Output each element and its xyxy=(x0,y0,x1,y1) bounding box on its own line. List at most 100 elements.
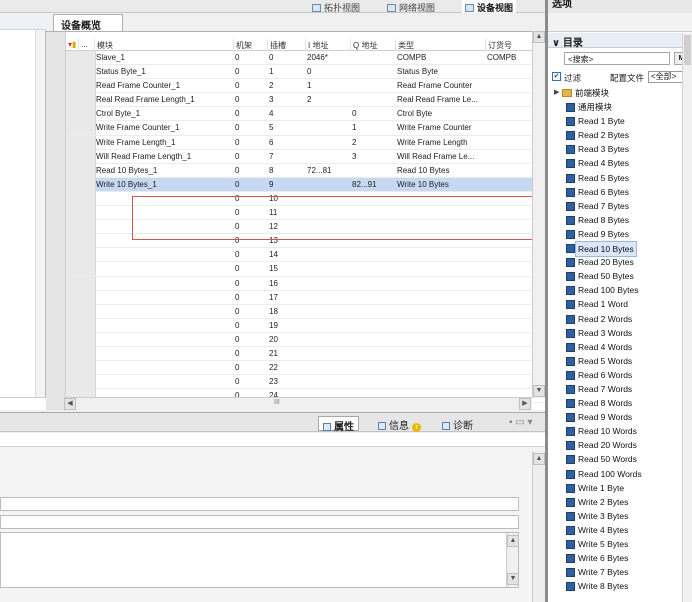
table-row[interactable]: Read 10 Bytes_1 0 8 72...81 Read 10 Bytes xyxy=(66,163,545,178)
cell-module[interactable] xyxy=(94,333,234,347)
header-col-dots[interactable]: ... xyxy=(78,39,92,51)
table-row[interactable]: Will Read Frame Length_1 0 7 3 Will Read Fra… xyxy=(66,149,545,164)
header-col-module[interactable]: 模块 xyxy=(94,39,234,51)
cell-slot[interactable]: 1 xyxy=(267,65,305,79)
catalog-item[interactable]: Read 10 Words xyxy=(548,424,682,438)
cell-rack[interactable]: 0 xyxy=(233,178,267,192)
cell-q[interactable]: 1 xyxy=(350,121,395,135)
cell-rack[interactable]: 0 xyxy=(233,93,267,107)
cell-i[interactable] xyxy=(305,305,350,319)
table-row[interactable]: Write 10 Bytes_1 0 9 82...91 Write 10 Bytes xyxy=(66,177,545,192)
cell-rack[interactable]: 0 xyxy=(233,277,267,291)
cell-order[interactable] xyxy=(485,164,533,178)
cell-i[interactable]: 1 xyxy=(305,79,350,93)
catalog-item[interactable]: Read 5 Words xyxy=(548,354,682,368)
catalog-item[interactable]: 通用模块 xyxy=(548,100,682,114)
catalog-item[interactable]: Read 100 Words xyxy=(548,467,682,481)
left-pane-scrollbar[interactable] xyxy=(35,30,45,410)
cell-order[interactable] xyxy=(485,79,533,93)
catalog-section-header[interactable]: ∨ 目录 xyxy=(548,33,692,49)
scroll-down-icon[interactable]: ▼ xyxy=(533,385,545,397)
cell-i[interactable] xyxy=(305,248,350,262)
cell-slot[interactable]: 4 xyxy=(267,107,305,121)
cell-order[interactable] xyxy=(485,248,533,262)
cell-type[interactable]: Write Frame Length xyxy=(395,136,485,150)
table-row[interactable]: 0 14 xyxy=(66,248,545,263)
cell-order[interactable] xyxy=(485,107,533,121)
cell-module[interactable]: Real Read Frame Length_1 xyxy=(94,93,234,107)
cell-slot[interactable]: 0 xyxy=(267,51,305,65)
catalog-item[interactable]: Read 4 Bytes xyxy=(548,156,682,170)
cell-type[interactable]: Read Frame Counter xyxy=(395,79,485,93)
cell-q[interactable] xyxy=(350,79,395,93)
cell-q[interactable] xyxy=(350,291,395,305)
catalog-item[interactable]: Read 8 Words xyxy=(548,396,682,410)
catalog-item[interactable]: Read 1 Word xyxy=(548,297,682,311)
cell-order[interactable] xyxy=(485,178,533,192)
catalog-scrollbar[interactable] xyxy=(682,33,692,602)
table-row[interactable]: 0 19 xyxy=(66,318,545,333)
header-col-slot[interactable]: 插槽 xyxy=(267,39,305,51)
inspector-field-1[interactable] xyxy=(0,497,519,511)
cell-type[interactable] xyxy=(395,248,485,262)
cell-order[interactable] xyxy=(485,121,533,135)
catalog-item[interactable]: Write 1 Byte xyxy=(548,481,682,495)
cell-i[interactable]: 72...81 xyxy=(305,164,350,178)
cell-type[interactable] xyxy=(395,319,485,333)
catalog-item[interactable]: Read 4 Words xyxy=(548,340,682,354)
catalog-item[interactable]: Read 20 Words xyxy=(548,438,682,452)
cell-order[interactable]: COMPB xyxy=(485,51,533,65)
cell-slot[interactable]: 14 xyxy=(267,248,305,262)
cell-module[interactable] xyxy=(94,262,234,276)
table-row[interactable]: Status Byte_1 0 1 0 Status Byte xyxy=(66,65,545,80)
catalog-item[interactable]: Read 10 Bytes xyxy=(548,241,682,258)
cell-order[interactable] xyxy=(485,347,533,361)
cell-order[interactable] xyxy=(485,150,533,164)
cell-type[interactable] xyxy=(395,277,485,291)
cell-type[interactable] xyxy=(395,291,485,305)
cell-rack[interactable]: 0 xyxy=(233,361,267,375)
catalog-item[interactable]: Write 8 Bytes xyxy=(548,579,682,593)
cell-i[interactable] xyxy=(305,262,350,276)
catalog-item[interactable]: Read 9 Words xyxy=(548,410,682,424)
text-area-scrollbar[interactable]: ▲ ▼ xyxy=(506,533,519,587)
table-row[interactable]: Slave_1 0 0 2046* COMPB COMPB xyxy=(66,51,545,66)
catalog-item[interactable]: Read 8 Bytes xyxy=(548,213,682,227)
scroll-left-icon[interactable]: ◀ xyxy=(64,398,76,410)
cell-type[interactable]: Write Frame Counter xyxy=(395,121,485,135)
cell-order[interactable] xyxy=(485,319,533,333)
cell-module[interactable] xyxy=(94,319,234,333)
table-row[interactable]: 0 23 xyxy=(66,375,545,390)
cell-rack[interactable]: 0 xyxy=(233,65,267,79)
catalog-item[interactable]: Read 6 Words xyxy=(548,368,682,382)
cell-order[interactable] xyxy=(485,136,533,150)
cell-q[interactable] xyxy=(350,333,395,347)
cell-type[interactable]: Read 10 Bytes xyxy=(395,164,485,178)
catalog-item[interactable]: Write 7 Bytes xyxy=(548,565,682,579)
cell-slot[interactable]: 7 xyxy=(267,150,305,164)
tab-topology-view[interactable]: 拓扑视图 xyxy=(309,0,363,13)
cell-i[interactable] xyxy=(305,319,350,333)
cell-i[interactable] xyxy=(305,375,350,389)
cell-type[interactable]: COMPB xyxy=(395,51,485,65)
cell-rack[interactable]: 0 xyxy=(233,136,267,150)
cell-type[interactable] xyxy=(395,333,485,347)
cell-order[interactable] xyxy=(485,262,533,276)
cell-slot[interactable]: 19 xyxy=(267,319,305,333)
cell-module[interactable] xyxy=(94,305,234,319)
cell-rack[interactable]: 0 xyxy=(233,319,267,333)
cell-module[interactable] xyxy=(94,375,234,389)
cell-q[interactable]: 3 xyxy=(350,150,395,164)
filter-checkbox[interactable]: ✔ xyxy=(552,72,561,81)
cell-rack[interactable]: 0 xyxy=(233,291,267,305)
cell-module[interactable] xyxy=(94,347,234,361)
cell-slot[interactable]: 6 xyxy=(267,136,305,150)
cell-slot[interactable]: 22 xyxy=(267,361,305,375)
cell-module[interactable] xyxy=(94,277,234,291)
tab-network-view[interactable]: 网络视图 xyxy=(384,0,438,13)
table-row[interactable]: Real Read Frame Length_1 0 3 2 Real Read Fra… xyxy=(66,93,545,108)
inspector-field-2[interactable] xyxy=(0,515,519,529)
scroll-grip[interactable]: III xyxy=(274,399,280,406)
cell-rack[interactable]: 0 xyxy=(233,164,267,178)
cell-rack[interactable]: 0 xyxy=(233,375,267,389)
